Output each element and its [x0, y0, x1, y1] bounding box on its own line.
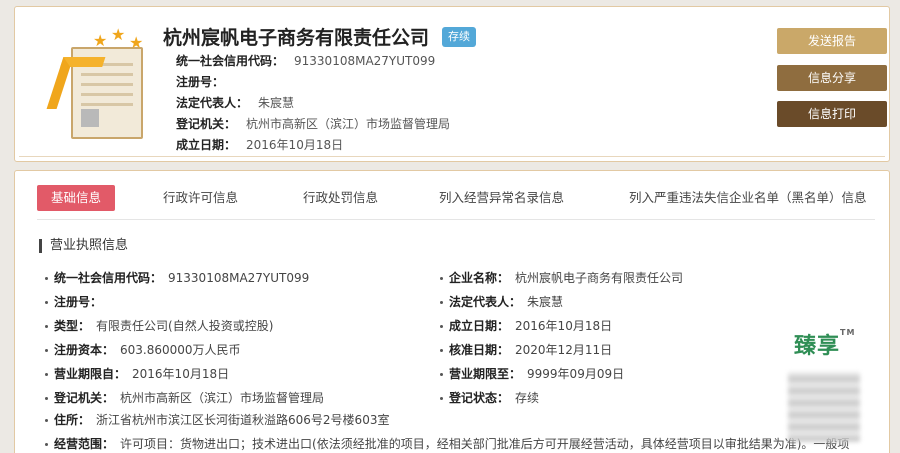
- summary-reg-number: 注册号：: [176, 75, 225, 89]
- brand-watermark-logo: 臻享TM: [794, 328, 856, 359]
- tab-admin-penalty[interactable]: 行政处罚信息: [303, 185, 378, 211]
- field-approval-date: 核准日期： 2020年12月11日: [440, 341, 612, 358]
- field-authority: 登记机关： 杭州市高新区（滨江）市场监督管理局: [45, 389, 324, 406]
- info-tabs: 基础信息 行政许可信息 行政处罚信息 列入经营异常名录信息 列入严重违法失信企业…: [37, 185, 879, 213]
- field-credit-code: 统一社会信用代码： 91330108MA27YUT099: [45, 269, 309, 286]
- field-registered-capital: 注册资本： 603.860000万人民币: [45, 341, 241, 358]
- star-icon: ★: [93, 31, 108, 50]
- license-certificate-icon: ★ ★ ★: [46, 25, 151, 143]
- tab-abnormal-operation[interactable]: 列入经营异常名录信息: [439, 185, 564, 211]
- field-company-name: 企业名称： 杭州宸帆电子商务有限责任公司: [440, 269, 683, 286]
- share-info-button[interactable]: 信息分享: [777, 65, 887, 91]
- field-term-from: 营业期限自： 2016年10月18日: [45, 365, 229, 382]
- tab-blacklist[interactable]: 列入严重违法失信企业名单（黑名单）信息: [629, 185, 867, 211]
- company-name: 杭州宸帆电子商务有限责任公司: [163, 27, 430, 49]
- field-established-date: 成立日期： 2016年10月18日: [440, 317, 612, 334]
- summary-established: 成立日期： 2016年10月18日: [176, 138, 344, 152]
- field-registration-status: 登记状态： 存续: [440, 389, 539, 406]
- tabs-divider: [37, 219, 875, 220]
- company-header-card: ★ ★ ★ 杭州宸帆电子商务有限责任公司 存续 统一社会信用代码： 9133010…: [14, 6, 890, 162]
- print-info-button[interactable]: 信息打印: [777, 101, 887, 127]
- field-legal-rep: 法定代表人： 朱宸慧: [440, 293, 563, 310]
- qr-code-icon: [788, 372, 860, 442]
- field-business-scope: 经营范围： 许可项目：货物进出口；技术进出口(依法须经批准的项目，经相关部门批准后…: [45, 435, 875, 452]
- card-divider: [19, 156, 885, 157]
- summary-authority: 登记机关： 杭州市高新区（滨江）市场监督管理局: [176, 117, 451, 131]
- star-icon: ★: [111, 25, 126, 44]
- star-icon: ★: [129, 33, 144, 52]
- field-term-to: 营业期限至： 9999年09月09日: [440, 365, 624, 382]
- business-info-card: 基础信息 行政许可信息 行政处罚信息 列入经营异常名录信息 列入严重违法失信企业…: [14, 170, 890, 453]
- send-report-button[interactable]: 发送报告: [777, 28, 887, 54]
- tab-basic-info[interactable]: 基础信息: [37, 185, 116, 211]
- section-title: 营业执照信息: [39, 239, 128, 253]
- field-company-type: 类型： 有限责任公司(自然人投资或控股): [45, 317, 273, 334]
- field-reg-number: 注册号：: [45, 293, 108, 310]
- tab-admin-license[interactable]: 行政许可信息: [163, 185, 238, 211]
- certificate-qr-icon: [81, 109, 99, 127]
- status-badge: 存续: [442, 27, 476, 47]
- summary-legal-rep: 法定代表人： 朱宸慧: [176, 96, 295, 110]
- summary-credit-code: 统一社会信用代码： 91330108MA27YUT099: [176, 54, 436, 68]
- field-address: 住所： 浙江省杭州市滨江区长河街道秋溢路606号2号楼603室: [45, 411, 389, 428]
